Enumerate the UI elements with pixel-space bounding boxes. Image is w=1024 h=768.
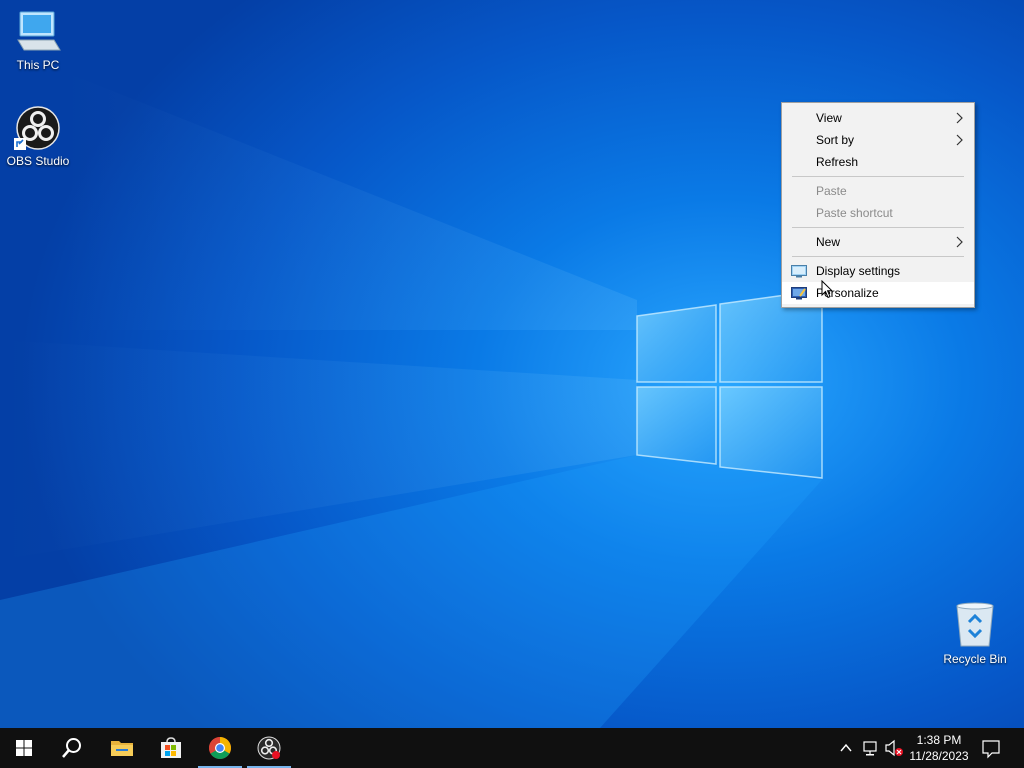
desktop-context-menu: View Sort by Refresh Paste Paste shortcu… [781,102,975,308]
menu-item-sort-by[interactable]: Sort by [782,129,974,151]
network-icon[interactable] [862,728,880,768]
desktop-icon-label: OBS Studio [6,154,70,168]
menu-item-label: New [816,235,841,249]
taskbar-chrome[interactable] [196,728,244,768]
menu-item-label: Paste shortcut [816,206,893,220]
menu-item-label: Sort by [816,133,855,147]
menu-item-view[interactable]: View [782,107,974,129]
menu-separator [792,227,964,228]
desktop[interactable]: This PC OBS Studio Recycle Bin View Sort… [0,0,1024,728]
start-button[interactable] [0,728,48,768]
obs-icon [257,736,281,760]
chevron-right-icon [956,236,963,248]
clock-time: 1:38 PM [916,733,962,747]
desktop-icon-label: Recycle Bin [943,652,1007,666]
menu-item-refresh[interactable]: Refresh [782,151,974,173]
desktop-icon-label: This PC [16,58,60,72]
windows-logo-wallpaper [636,289,823,479]
volume-muted-icon[interactable] [884,728,904,768]
search-button[interactable] [48,728,96,768]
mouse-cursor-icon [821,280,833,299]
windows-logo-icon [16,740,32,756]
menu-item-paste-shortcut: Paste shortcut [782,202,974,224]
menu-item-display-settings[interactable]: Display settings [782,260,974,282]
obs-icon [14,106,60,150]
menu-item-label: Display settings [816,264,901,278]
chevron-right-icon [956,112,963,124]
menu-separator [792,176,964,177]
chrome-icon [209,737,231,759]
menu-item-label: Paste [816,184,847,198]
computer-icon [17,11,61,51]
menu-separator [792,256,964,257]
clock-date: 11/28/2023 [909,749,969,763]
notification-icon[interactable] [981,728,1001,768]
personalize-icon [791,287,807,300]
taskbar-file-explorer[interactable] [98,728,146,768]
search-icon [62,738,81,758]
display-icon [791,265,807,278]
desktop-icon-recycle-bin[interactable]: Recycle Bin [937,602,1013,666]
taskbar: 1:38 PM 11/28/2023 [0,728,1024,768]
menu-item-label: View [816,111,842,125]
folder-icon [111,741,133,756]
recycle-bin-icon [956,602,994,647]
menu-item-personalize[interactable]: Personalize [782,282,974,304]
chevron-right-icon [956,134,963,146]
menu-item-new[interactable]: New [782,231,974,253]
system-clock[interactable]: 1:38 PM 11/28/2023 [904,732,974,764]
menu-item-label: Refresh [816,155,859,169]
desktop-icon-this-pc[interactable]: This PC [0,10,76,72]
store-icon [161,737,181,758]
chevron-up-icon[interactable] [838,728,854,768]
taskbar-obs-studio[interactable] [245,728,293,768]
menu-item-paste: Paste [782,180,974,202]
taskbar-microsoft-store[interactable] [147,728,195,768]
desktop-icon-obs-studio[interactable]: OBS Studio [0,106,76,168]
